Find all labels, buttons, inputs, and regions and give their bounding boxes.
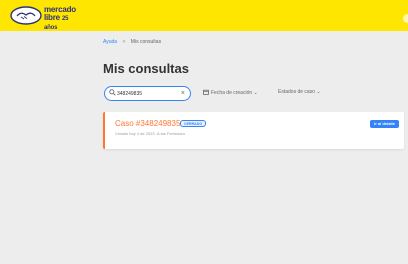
handshake-logo-icon xyxy=(10,6,42,25)
page-title: Mis consultas xyxy=(103,61,189,76)
chevron-down-icon: ⌄ xyxy=(253,90,258,96)
mercadolibre-logo[interactable]: mercado libre 25 años xyxy=(10,6,76,31)
case-subtitle: Creado hoy 4 de 2023 ·A las Formularo xyxy=(115,131,186,136)
case-title[interactable]: Caso #348249835 xyxy=(115,119,180,128)
filter-date-label: Fecha de creación xyxy=(211,90,253,96)
status-badge: CERRADO xyxy=(180,120,207,127)
logo-text-line2: libre xyxy=(44,13,60,22)
filter-state-label: Estados de caso xyxy=(278,89,315,95)
filter-creation-date[interactable]: Fecha de creación ⌄ xyxy=(203,89,258,96)
view-detail-button[interactable]: Ir al detalle xyxy=(370,120,399,128)
breadcrumb: Ayuda > Mis consultas xyxy=(103,39,161,45)
search-input[interactable] xyxy=(117,88,175,99)
breadcrumb-link-ayuda[interactable]: Ayuda xyxy=(103,39,117,45)
search-icon xyxy=(109,89,116,96)
breadcrumb-current: Mis consultas xyxy=(130,39,162,45)
top-navbar: mercado libre 25 años xyxy=(0,0,408,31)
calendar-icon xyxy=(203,89,209,95)
filter-case-state[interactable]: Estados de caso ⌄ xyxy=(278,89,321,95)
chevron-down-icon: ⌄ xyxy=(316,89,321,95)
close-icon[interactable]: × xyxy=(181,89,185,98)
breadcrumb-separator: > xyxy=(122,39,126,45)
logo-wordmark: mercado libre 25 años xyxy=(44,6,76,32)
user-avatar-icon[interactable] xyxy=(403,14,408,23)
search-field[interactable]: × xyxy=(104,86,191,101)
case-card[interactable]: Caso #348249835 CERRADO Creado hoy 4 de … xyxy=(103,112,404,149)
